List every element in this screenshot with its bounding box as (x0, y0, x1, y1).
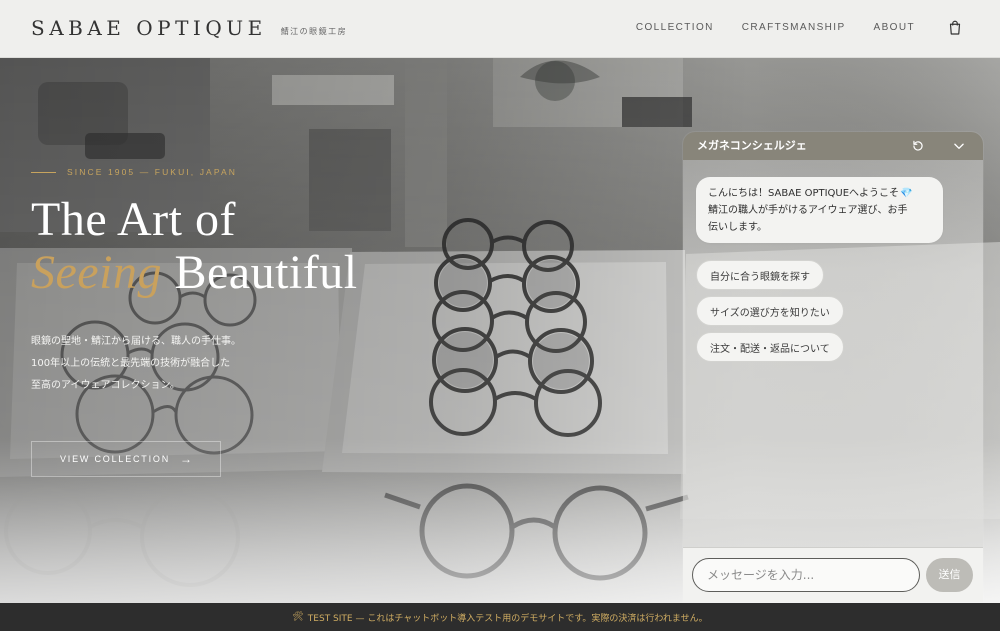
chevron-down-icon (954, 143, 964, 150)
eyebrow-divider (31, 171, 56, 173)
refresh-chat-button[interactable] (909, 137, 927, 155)
cart-button[interactable] (944, 17, 966, 39)
view-collection-label: VIEW COLLECTION (59, 454, 170, 464)
cart-icon (949, 20, 961, 35)
chat-header-actions (909, 137, 968, 155)
nav-collection-link[interactable]: COLLECTION (636, 16, 714, 40)
view-collection-button[interactable]: VIEW COLLECTION → (31, 441, 221, 477)
nav-about-link[interactable]: ABOUT (874, 16, 915, 40)
quick-reply-row: 注文・配送・返品について (696, 332, 956, 368)
greeting-line-3: 伝いします。 (708, 222, 767, 233)
hero-description: 眼鏡の聖地・鯖江から届ける、職人の手仕事。 100年以上の伝統と最先端の技術が融… (31, 331, 381, 397)
bot-greeting-message: こんにちは！SABAE OPTIQUEへようこそ💎 鯖江の職人が手がけるアイウェ… (696, 177, 943, 243)
quick-reply-size-guide[interactable]: サイズの選び方を知りたい (696, 296, 844, 326)
diamond-icon: 💎 (900, 188, 913, 199)
greeting-text-1: こんにちは！SABAE OPTIQUEへようこそ (708, 188, 900, 199)
quick-reply-row: サイズの選び方を知りたい (696, 296, 956, 332)
quick-reply-order-shipping-returns[interactable]: 注文・配送・返品について (696, 332, 844, 362)
hero-title-line-2: Seeing Beautiful (31, 246, 381, 299)
sabae-optique-page: SABAE OPTIQUE 鯖江の眼鏡工房 COLLECTION CRAFTSM… (0, 0, 1000, 631)
greeting-line-1: こんにちは！SABAE OPTIQUEへようこそ💎 (708, 185, 933, 202)
hero-title-accent: Seeing (31, 246, 162, 299)
refresh-icon (913, 140, 923, 151)
hero-copy: SINCE 1905 — FUKUI, JAPAN The Art of See… (31, 165, 381, 477)
main-navigation: COLLECTION CRAFTSMANSHIP ABOUT (636, 16, 966, 40)
chat-title: メガネコンシェルジェ (697, 139, 807, 152)
brand-tagline: 鯖江の眼鏡工房 (280, 27, 348, 36)
site-header: SABAE OPTIQUE 鯖江の眼鏡工房 COLLECTION CRAFTSM… (0, 0, 1000, 58)
hero-eyebrow: SINCE 1905 — FUKUI, JAPAN (31, 165, 381, 179)
hero-eyebrow-text: SINCE 1905 — FUKUI, JAPAN (67, 167, 237, 177)
test-site-notice: TEST SITE — これはチャットボット導入テスト用のデモサイトです。実際の… (307, 613, 708, 624)
hero-description-line-2: 100年以上の伝統と最先端の技術が融合した (31, 358, 231, 370)
brand-name: SABAE OPTIQUE (31, 16, 267, 40)
brand-logo[interactable]: SABAE OPTIQUE 鯖江の眼鏡工房 (31, 15, 347, 41)
quick-reply-find-glasses[interactable]: 自分に合う眼鏡を探す (696, 260, 824, 290)
quick-replies: 自分に合う眼鏡を探す サイズの選び方を知りたい 注文・配送・返品について (696, 260, 956, 368)
greeting-line-2: 鯖江の職人が手がけるアイウェア選び、お手 (708, 205, 908, 216)
arrow-right-icon: → (180, 452, 192, 466)
nav-craftsmanship-link[interactable]: CRAFTSMANSHIP (742, 16, 846, 40)
collapse-chat-button[interactable] (950, 137, 968, 155)
hero-title-rest: Beautiful (161, 246, 358, 299)
chat-header: メガネコンシェルジェ (683, 132, 983, 160)
chat-input-area: 送信 (683, 547, 983, 602)
message-input[interactable] (692, 558, 920, 592)
quick-reply-row: 自分に合う眼鏡を探す (696, 260, 956, 296)
chatbot-widget: メガネコンシェルジェ こんにちは！SABAE OPTIQUEへようこそ💎 鯖江の… (683, 132, 983, 602)
hero-description-line-1: 眼鏡の聖地・鯖江から届ける、職人の手仕事。 (31, 336, 241, 348)
hero-title: The Art of Seeing Beautiful (31, 193, 381, 299)
tool-icon: 🛠 (292, 612, 304, 622)
send-button[interactable]: 送信 (926, 558, 973, 592)
test-site-banner: 🛠 TEST SITE — これはチャットボット導入テスト用のデモサイトです。実… (0, 603, 1000, 631)
hero-title-line-1: The Art of (31, 193, 236, 246)
hero-description-line-3: 至高のアイウェアコレクション。 (31, 380, 180, 392)
